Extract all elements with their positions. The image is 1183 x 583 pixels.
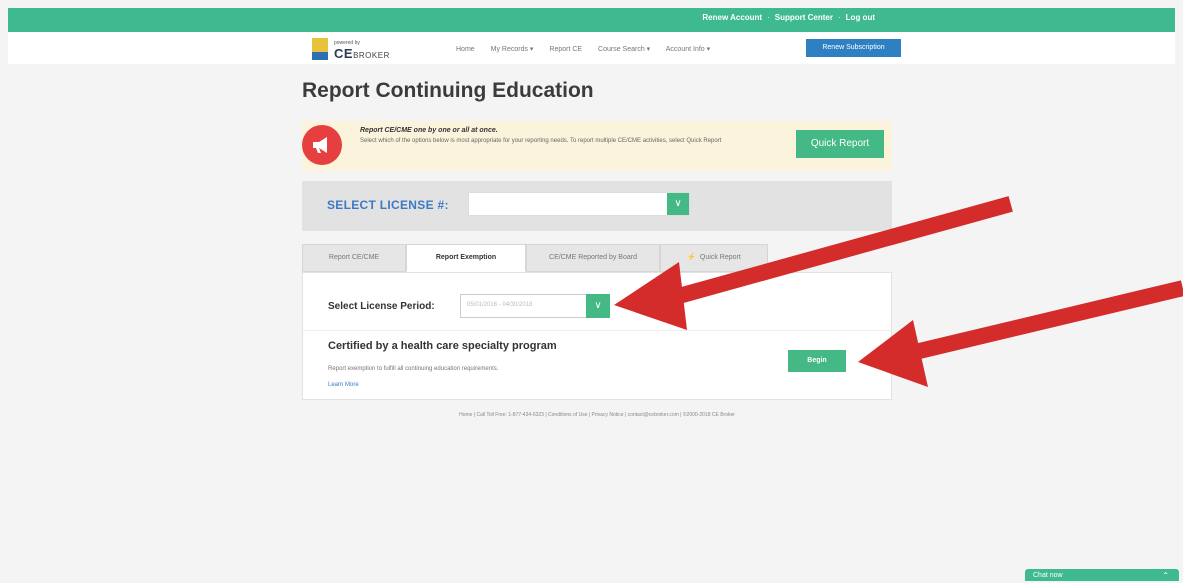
logo-brand: CEBROKER [334, 46, 390, 61]
nav-report-ce[interactable]: Report CE [549, 46, 582, 53]
nav-links: Home My Records ▾ Report CE Course Searc… [456, 45, 724, 53]
tab-report-exemption[interactable]: Report Exemption [406, 244, 526, 272]
learn-more-link[interactable]: Learn More [328, 382, 359, 388]
nav-home[interactable]: Home [456, 46, 475, 53]
top-bar: Renew Account · Support Center · Log out [8, 8, 1175, 32]
tab-quick-report[interactable]: ⚡ Quick Report [660, 244, 768, 272]
exemption-card: Select License Period: 05/01/2016 - 04/3… [302, 272, 892, 400]
nav-course-search[interactable]: Course Search ▾ [598, 46, 650, 53]
chevron-down-icon[interactable]: ∨ [667, 193, 689, 215]
quick-report-bolt-icon: ⚡ [687, 254, 696, 261]
top-links: Renew Account · Support Center · Log out [702, 13, 875, 22]
page-title: Report Continuing Education [302, 79, 594, 102]
ce-broker-logo[interactable]: powered by CEBROKER [312, 38, 422, 62]
license-period-select[interactable]: 05/01/2016 - 04/30/2018 ∨ [460, 294, 610, 318]
logo-brand-suffix: BROKER [353, 51, 390, 60]
nav-account-info[interactable]: Account Info ▾ [666, 46, 710, 53]
nav-my-records[interactable]: My Records ▾ [491, 46, 534, 53]
exemption-description: Report exemption to fulfill all continui… [328, 366, 499, 372]
license-selector-panel: SELECT LICENSE #: ∨ [302, 181, 892, 231]
chat-widget[interactable]: Chat now ⌃ [1025, 569, 1179, 581]
alert-body: Select which of the options below is mos… [360, 138, 722, 144]
chevron-down-icon[interactable]: ∨ [586, 294, 610, 318]
log-out-link[interactable]: Log out [846, 13, 875, 22]
megaphone-icon [302, 125, 342, 165]
license-period-label: Select License Period: [328, 301, 435, 312]
footer: Home | Call Toll Free: 1-877-434-6323 | … [459, 412, 735, 418]
select-license-label: SELECT LICENSE #: [327, 198, 449, 212]
arrow-to-begin-button [858, 280, 1183, 387]
tab-report-ce-cme[interactable]: Report CE/CME [302, 244, 406, 272]
tab-reported-by-board[interactable]: CE/CME Reported by Board [526, 244, 660, 272]
divider [303, 330, 891, 331]
begin-button[interactable]: Begin [788, 350, 846, 372]
license-period-value: 05/01/2016 - 04/30/2018 [467, 302, 533, 308]
exemption-title: Certified by a health care specialty pro… [328, 340, 557, 352]
renew-subscription-button[interactable]: Renew Subscription [806, 39, 901, 57]
logo-brand-ce: CE [334, 46, 354, 61]
report-info-alert: Report CE/CME one by one or all at once.… [302, 121, 892, 171]
logo-badge-icon [312, 38, 328, 60]
quick-report-button[interactable]: Quick Report [796, 130, 884, 158]
renew-account-link[interactable]: Renew Account [702, 13, 762, 22]
support-center-link[interactable]: Support Center [775, 13, 833, 22]
alert-heading: Report CE/CME one by one or all at once. [360, 127, 498, 134]
chat-label: Chat now [1033, 572, 1063, 579]
license-select[interactable]: ∨ [468, 192, 690, 216]
tab-quick-report-label: Quick Report [699, 254, 741, 261]
main-nav: powered by CEBROKER Home My Records ▾ Re… [8, 32, 1175, 64]
